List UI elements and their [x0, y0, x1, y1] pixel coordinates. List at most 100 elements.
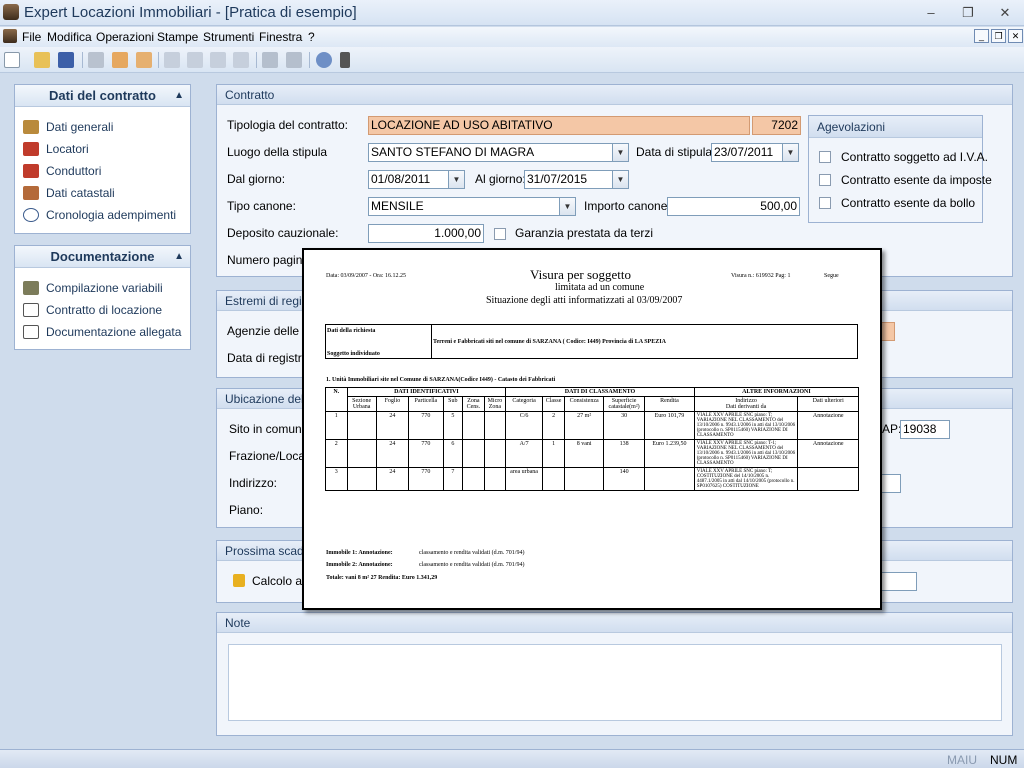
nav-label: Cronologia adempimenti [46, 208, 177, 222]
deposito-field[interactable]: 1.000,00 [368, 224, 484, 243]
tipologia-field[interactable]: LOCAZIONE AD USO ABITATIVO [368, 116, 750, 135]
toolbar [0, 47, 1024, 73]
mdi-minimize-button[interactable]: _ [974, 29, 989, 43]
al-label: Al giorno: [475, 172, 526, 186]
attachment-icon [23, 325, 39, 339]
th-n: N. [325, 387, 348, 412]
cell: Annotazione [797, 411, 859, 440]
menu-finestra[interactable]: Finestra [259, 30, 302, 44]
edit-icon[interactable] [187, 52, 203, 68]
nav-documentazione-allegata[interactable]: Documentazione allegata [23, 323, 181, 341]
document-icon[interactable] [3, 29, 17, 43]
iva-checkbox[interactable] [819, 151, 831, 163]
nav-compilazione[interactable]: Compilazione variabili [23, 279, 163, 297]
garanzia-checkbox[interactable] [494, 228, 506, 240]
menu-modifica[interactable]: Modifica [47, 30, 92, 44]
visura-segue: Segue [824, 273, 839, 279]
arrow-up-icon[interactable] [262, 52, 278, 68]
panel-dati-contratto: Dati del contratto ▲ Dati generali Locato… [14, 84, 191, 234]
cell: VIALE XXV APRILE SNC piano: T; VARIAZION… [693, 411, 799, 440]
th-sub: Sub [442, 396, 464, 412]
tipologia-code-field[interactable]: 7202 [752, 116, 801, 135]
help-icon[interactable] [316, 52, 332, 68]
cell: area urbana [505, 467, 543, 491]
toolbar-separator [158, 52, 159, 68]
calendar-dropdown-icon[interactable]: ▼ [782, 143, 799, 162]
nav-dati-catastali[interactable]: Dati catastali [23, 184, 115, 202]
notes-textarea[interactable] [228, 644, 1002, 721]
visura-subtitle-2: Situazione degli atti informatizzati al … [486, 295, 683, 306]
dal-field[interactable]: 01/08/2011 [368, 170, 449, 189]
close-button[interactable]: ✕ [994, 4, 1016, 22]
nav-label: Locatori [46, 142, 89, 156]
nav-locatori[interactable]: Locatori [23, 140, 89, 158]
new-icon[interactable] [4, 52, 20, 68]
menu-file[interactable]: File [22, 30, 41, 44]
cap-field[interactable]: 19038 [900, 420, 950, 439]
nav-cronologia[interactable]: Cronologia adempimenti [23, 206, 176, 224]
restore-button[interactable]: ❐ [957, 4, 979, 22]
nav-dati-generali[interactable]: Dati generali [23, 118, 113, 136]
arrow-down-icon[interactable] [286, 52, 302, 68]
group-header: Contratto [217, 85, 1012, 105]
cell: 1 [541, 439, 566, 468]
cell: 5 [442, 411, 464, 440]
add-icon[interactable] [164, 52, 180, 68]
remove-icon[interactable] [210, 52, 226, 68]
data-stipula-label: Data di stipula: [636, 145, 716, 159]
menu-bar: File Modifica Operazioni Stampe Strument… [0, 27, 1024, 47]
house-icon [23, 186, 39, 200]
nav-contratto-locazione[interactable]: Contratto di locazione [23, 301, 162, 319]
esente-imposte-checkbox[interactable] [819, 174, 831, 186]
nav-conduttori[interactable]: Conduttori [23, 162, 101, 180]
luogo-select[interactable]: SANTO STEFANO DI MAGRA [368, 143, 613, 162]
data-stipula-field[interactable]: 23/07/2011 [711, 143, 783, 162]
menu-strumenti[interactable]: Strumenti [203, 30, 254, 44]
cell: 3 [325, 467, 348, 491]
chevron-down-icon[interactable]: ▼ [559, 197, 576, 216]
importo-field[interactable]: 500,00 [667, 197, 800, 216]
visura-date: Data: 03/09/2007 - Ora: 16.12.25 [326, 273, 406, 279]
lock-icon [233, 574, 245, 587]
esente-bollo-checkbox[interactable] [819, 197, 831, 209]
cell: Annotazione [797, 439, 859, 468]
panel-documentazione: Documentazione ▲ Compilazione variabili C… [14, 245, 191, 350]
cell [346, 439, 377, 468]
al-field[interactable]: 31/07/2015 [524, 170, 613, 189]
save-icon[interactable] [58, 52, 74, 68]
esente-bollo-label: Contratto esente da bollo [841, 196, 976, 210]
cell: 24 [375, 467, 410, 491]
visura-number: Visura n.: 619932 Pag: 1 [731, 273, 791, 279]
paste-icon[interactable] [136, 52, 152, 68]
toolbar-separator [309, 52, 310, 68]
collapse-chevron-icon[interactable]: ▲ [174, 85, 184, 107]
tipo-canone-select[interactable]: MENSILE [368, 197, 560, 216]
duplicate-icon[interactable] [233, 52, 249, 68]
chevron-down-icon[interactable]: ▼ [612, 143, 629, 162]
mdi-close-button[interactable]: ✕ [1008, 29, 1023, 43]
cell: 770 [408, 439, 444, 468]
th-sezione: Sezione Urbana [346, 396, 377, 412]
cell [346, 411, 377, 440]
menu-stampe[interactable]: Stampe [157, 30, 198, 44]
copy-icon[interactable] [112, 52, 128, 68]
th-rendita: Rendita [644, 396, 695, 412]
nav-label: Compilazione variabili [46, 281, 163, 295]
menu-help[interactable]: ? [308, 30, 315, 44]
th-foglio: Foglio [375, 396, 410, 412]
menu-operazioni[interactable]: Operazioni [96, 30, 154, 44]
info-icon[interactable] [340, 52, 350, 68]
visura-document-preview[interactable]: Data: 03/09/2007 - Ora: 16.12.25 Visura … [302, 248, 882, 610]
open-folder-icon[interactable] [34, 52, 50, 68]
civico-field[interactable] [881, 474, 901, 493]
mdi-restore-button[interactable]: ❐ [991, 29, 1006, 43]
calendar-dropdown-icon[interactable]: ▼ [448, 170, 465, 189]
scadenza-field[interactable] [881, 572, 917, 591]
cell [346, 467, 377, 491]
cut-icon[interactable] [88, 52, 104, 68]
cell: 6 [442, 439, 464, 468]
collapse-chevron-icon[interactable]: ▲ [174, 246, 184, 268]
cell: 27 m² [564, 411, 605, 440]
calendar-dropdown-icon[interactable]: ▼ [612, 170, 629, 189]
minimize-button[interactable]: – [920, 4, 942, 22]
